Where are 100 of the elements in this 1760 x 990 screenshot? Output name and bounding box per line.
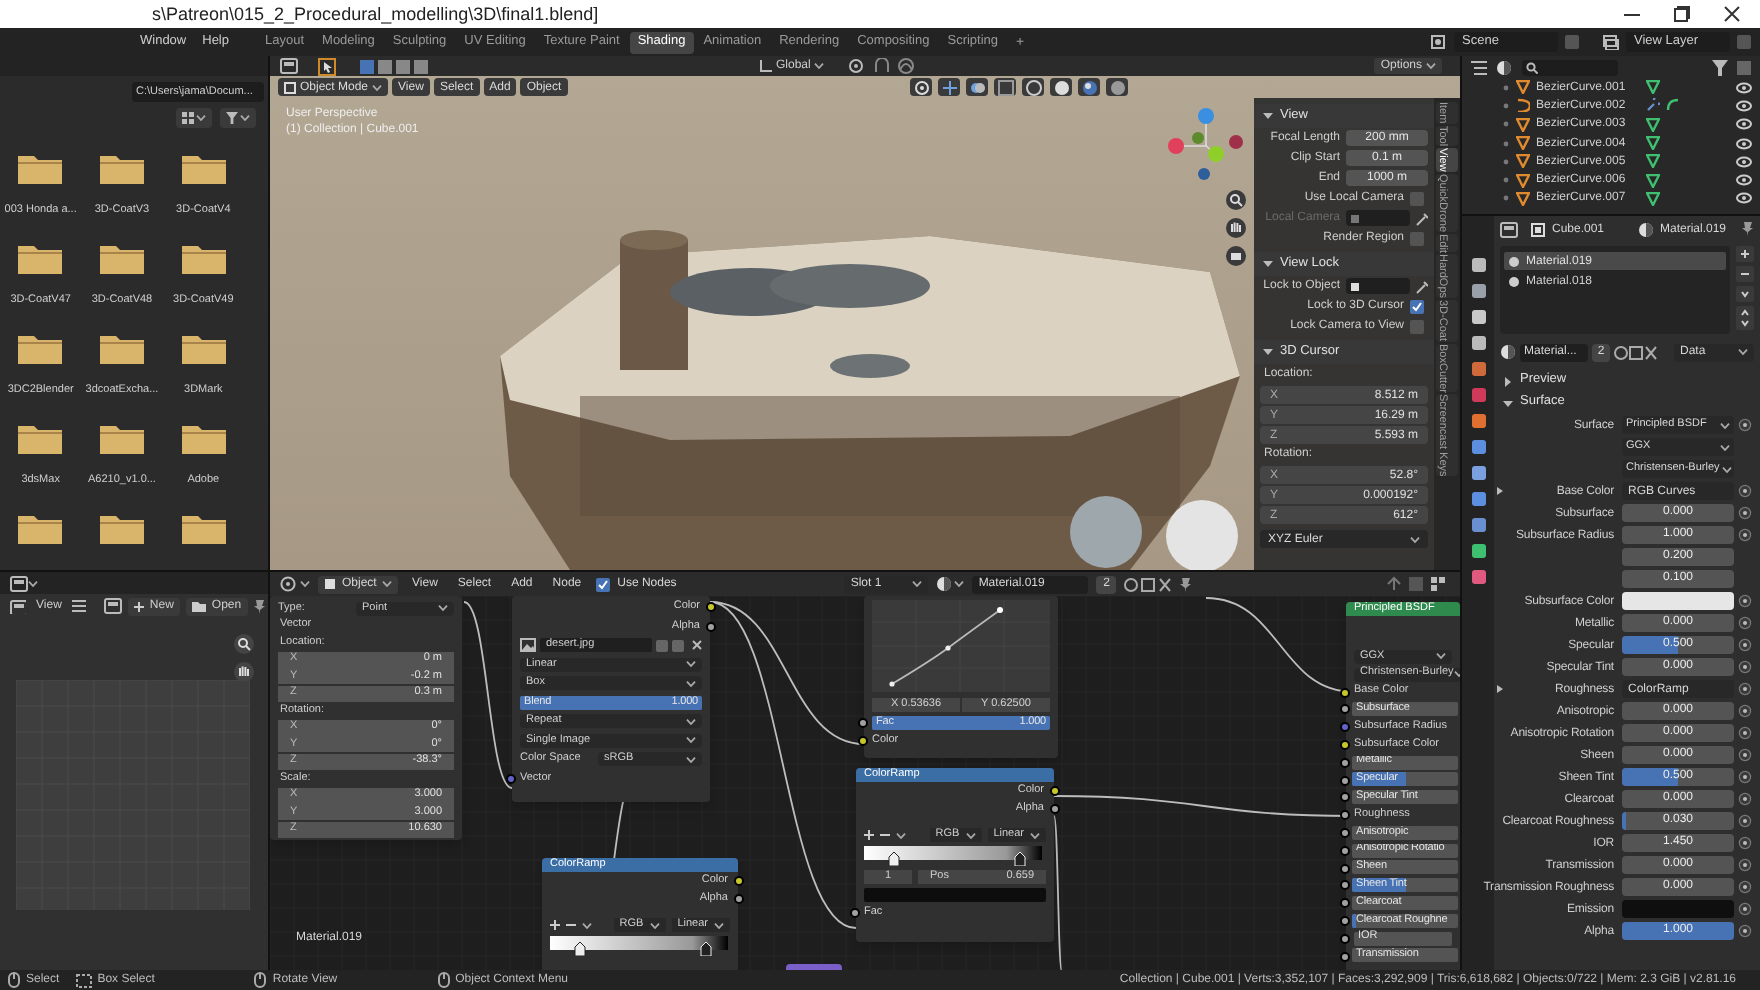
visibility-icon[interactable]	[1736, 155, 1752, 168]
view-mode-icon[interactable]	[10, 599, 26, 613]
visibility-icon[interactable]	[1736, 81, 1752, 94]
socket-icon[interactable]	[858, 718, 868, 728]
pin-icon[interactable]	[253, 599, 266, 613]
overlay-icon[interactable]	[969, 79, 985, 95]
pin-icon[interactable]	[1180, 577, 1193, 591]
select-tool-icon[interactable]	[318, 57, 336, 75]
visibility-icon[interactable]	[1736, 174, 1752, 187]
visibility-icon[interactable]	[1736, 192, 1752, 205]
overlay-icon[interactable]	[1430, 576, 1450, 592]
rendered-shading-icon[interactable]	[1109, 79, 1125, 95]
checkbox[interactable]	[595, 577, 610, 591]
close-icon[interactable]	[692, 640, 702, 651]
datablock-options-icon[interactable]	[1124, 577, 1173, 591]
visibility-icon[interactable]	[1736, 118, 1752, 131]
checkbox[interactable]	[1410, 231, 1424, 245]
menu-icon[interactable]	[71, 600, 86, 612]
object-field[interactable]	[1346, 278, 1410, 294]
remove-slot-icon[interactable]	[1736, 266, 1754, 282]
socket-icon[interactable]	[1050, 804, 1060, 814]
hand-icon[interactable]	[1226, 218, 1246, 238]
socket-icon[interactable]	[706, 602, 716, 612]
color-ramp-drawing[interactable]	[550, 936, 728, 956]
folder-icon[interactable]	[18, 512, 63, 544]
folder-icon[interactable]	[99, 422, 144, 454]
socket-icon[interactable]	[1340, 880, 1350, 891]
editor-type-icon[interactable]	[280, 576, 298, 592]
folder-icon[interactable]	[181, 242, 226, 274]
solid-shading-icon[interactable]	[1053, 79, 1069, 95]
socket-icon[interactable]	[850, 908, 860, 918]
hand-icon[interactable]	[234, 662, 254, 682]
socket-icon[interactable]	[1340, 863, 1350, 874]
camera-icon[interactable]	[1226, 246, 1246, 266]
remove-icon[interactable]	[880, 830, 890, 840]
material-shading-icon[interactable]	[1081, 79, 1097, 95]
editor-type-icon[interactable]	[280, 58, 298, 74]
display-mode-icon[interactable]	[1470, 59, 1488, 75]
slot-menu-icon[interactable]	[1736, 286, 1754, 302]
folder-icon[interactable]	[99, 152, 144, 184]
folder-icon[interactable]	[181, 512, 226, 544]
view-layer-icon[interactable]	[1602, 34, 1620, 50]
display-mode-dropdown[interactable]	[176, 108, 212, 128]
folder-icon[interactable]	[99, 512, 144, 544]
xray-icon[interactable]	[997, 79, 1013, 95]
checkbox[interactable]	[1410, 319, 1424, 333]
link-socket-button[interactable]	[1738, 418, 1752, 432]
socket-icon[interactable]	[734, 894, 744, 904]
socket-icon[interactable]	[1340, 687, 1350, 698]
add-icon[interactable]	[864, 830, 874, 840]
material-icon[interactable]	[936, 576, 953, 592]
folder-icon[interactable]	[181, 332, 226, 364]
socket-icon[interactable]	[1340, 757, 1350, 768]
folder-icon[interactable]	[18, 242, 63, 274]
color-swatch[interactable]	[864, 888, 1046, 902]
expand-triangle-icon[interactable]	[1496, 684, 1504, 694]
folder-icon[interactable]	[18, 422, 63, 454]
zoom-icon[interactable]	[1226, 190, 1246, 210]
add-slot-icon[interactable]	[1736, 246, 1754, 262]
color-ramp-drawing[interactable]	[864, 846, 1042, 866]
socket-icon[interactable]	[1340, 792, 1350, 803]
zoom-icon[interactable]	[234, 634, 254, 654]
socket-icon[interactable]	[1340, 810, 1350, 821]
visibility-icon[interactable]	[1736, 137, 1752, 150]
socket-icon[interactable]	[1340, 739, 1350, 750]
socket-icon[interactable]	[1340, 827, 1350, 838]
socket-icon[interactable]	[1340, 951, 1350, 962]
socket-icon[interactable]	[734, 876, 744, 886]
socket-icon[interactable]	[1340, 704, 1350, 715]
socket-icon[interactable]	[706, 621, 716, 631]
scene-icon[interactable]	[1430, 34, 1448, 50]
folder-icon[interactable]	[18, 152, 63, 184]
maximize-icon[interactable]	[1674, 6, 1690, 22]
image-editor-icon[interactable]	[10, 575, 28, 591]
socket-icon[interactable]	[1340, 845, 1350, 856]
socket-icon[interactable]	[1340, 915, 1350, 926]
socket-icon[interactable]	[1340, 898, 1350, 909]
datablock-options-icon[interactable]	[1614, 345, 1658, 359]
image-browse-icon[interactable]	[103, 598, 122, 614]
expand-triangle-icon[interactable]	[1496, 486, 1504, 496]
folder-icon[interactable]	[99, 242, 144, 274]
socket-icon[interactable]	[1050, 786, 1060, 796]
proportional-edit-icon[interactable]	[898, 58, 917, 74]
folder-icon[interactable]	[181, 152, 226, 184]
socket-icon[interactable]	[1340, 775, 1350, 786]
image-icon[interactable]	[520, 638, 536, 653]
eyedropper-icon[interactable]	[1416, 279, 1428, 293]
wireframe-shading-icon[interactable]	[1025, 79, 1041, 95]
material-browse-icon[interactable]	[1500, 344, 1516, 360]
display-mode-icon[interactable]	[1500, 221, 1518, 237]
selection-mode-icon[interactable]	[360, 59, 428, 73]
eyedropper-icon[interactable]	[1416, 211, 1428, 225]
visibility-icon[interactable]	[913, 79, 929, 95]
checkbox[interactable]	[1410, 299, 1424, 313]
folder-icon[interactable]	[99, 332, 144, 364]
folder-icon[interactable]	[181, 422, 226, 454]
search-field[interactable]	[1522, 59, 1618, 75]
visibility-icon[interactable]	[1736, 99, 1752, 112]
object-field[interactable]	[1346, 210, 1410, 226]
filter-dropdown[interactable]	[220, 108, 256, 128]
